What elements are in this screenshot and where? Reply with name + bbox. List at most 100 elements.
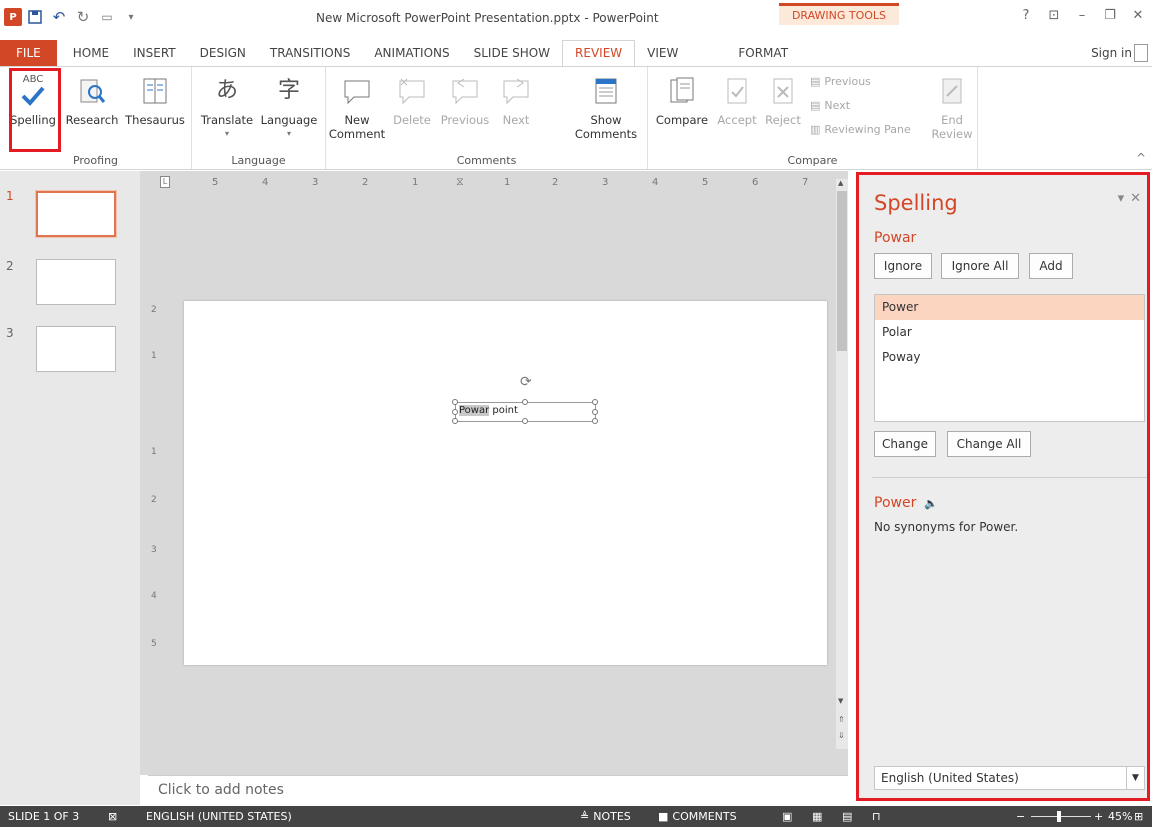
- previous-slide-icon[interactable]: ⇑: [838, 715, 845, 724]
- powerpoint-logo-icon: P: [4, 8, 22, 26]
- reading-view-icon[interactable]: ▤: [842, 810, 852, 823]
- ruler-tick: 2: [151, 305, 157, 315]
- tab-design[interactable]: DESIGN: [188, 40, 258, 66]
- comments-toggle[interactable]: ■ COMMENTS: [658, 810, 737, 823]
- start-slideshow-icon[interactable]: ▭: [96, 6, 118, 28]
- slide-thumbnail-3[interactable]: [36, 326, 116, 372]
- sign-in-link[interactable]: Sign in: [1091, 46, 1132, 60]
- close-icon[interactable]: ✕: [1124, 4, 1152, 26]
- speaker-icon[interactable]: 🔈: [924, 497, 938, 510]
- show-comments-button[interactable]: Show Comments: [574, 73, 638, 141]
- thesaurus-button[interactable]: Thesaurus: [124, 73, 186, 127]
- suggestion-item[interactable]: Poway: [875, 345, 1144, 370]
- help-icon[interactable]: ?: [1012, 4, 1040, 26]
- change-all-button[interactable]: Change All: [947, 431, 1031, 457]
- previous-comment-button[interactable]: Previous: [438, 73, 492, 127]
- tab-format[interactable]: FORMAT: [726, 40, 800, 66]
- end-review-button[interactable]: End Review: [931, 73, 973, 141]
- tab-animations[interactable]: ANIMATIONS: [362, 40, 461, 66]
- ignore-all-button[interactable]: Ignore All: [941, 253, 1019, 279]
- scroll-down-icon[interactable]: ▼: [838, 697, 843, 705]
- resize-handle[interactable]: [452, 418, 458, 424]
- tab-slide-show[interactable]: SLIDE SHOW: [462, 40, 562, 66]
- reject-button[interactable]: Reject: [762, 73, 804, 127]
- tab-transitions[interactable]: TRANSITIONS: [258, 40, 362, 66]
- ruler-tick: 1: [151, 447, 157, 457]
- slide-sorter-view-icon[interactable]: ▦: [812, 810, 822, 823]
- undo-icon[interactable]: ↶: [48, 6, 70, 28]
- notes-area[interactable]: Click to add notes: [148, 775, 848, 805]
- pane-options-icon[interactable]: ▾: [1118, 191, 1125, 206]
- delete-comment-button[interactable]: Delete: [390, 73, 434, 127]
- suggestion-item[interactable]: Power: [875, 295, 1144, 320]
- resize-handle[interactable]: [452, 399, 458, 405]
- ruler-indent-marker[interactable]: ⧖: [456, 175, 464, 189]
- next-slide-icon[interactable]: ⇓: [838, 731, 845, 740]
- next-comment-button[interactable]: Next: [496, 73, 536, 127]
- accept-label: Accept: [717, 113, 757, 127]
- tab-stop-icon[interactable]: L: [160, 176, 170, 188]
- notes-toggle[interactable]: ≜ NOTES: [580, 810, 631, 823]
- zoom-out-icon[interactable]: −: [1016, 810, 1025, 823]
- add-button[interactable]: Add: [1029, 253, 1073, 279]
- spell-check-status-icon[interactable]: ⊠: [108, 810, 117, 823]
- misspelled-word[interactable]: Powar: [459, 405, 490, 416]
- previous-comment-icon: [448, 73, 482, 109]
- new-comment-icon: [340, 73, 374, 109]
- suggestion-list[interactable]: Power Polar Poway: [874, 294, 1145, 422]
- language-button[interactable]: 字 Language ▾: [258, 73, 320, 141]
- previous-change-button[interactable]: ▤ Previous: [810, 75, 871, 88]
- slide-canvas[interactable]: ⟳ Powar point: [184, 301, 827, 665]
- redo-icon[interactable]: ↻: [72, 6, 94, 28]
- tab-home[interactable]: HOME: [61, 40, 121, 66]
- compare-button[interactable]: Compare: [652, 73, 712, 127]
- resize-handle[interactable]: [522, 418, 528, 424]
- save-icon[interactable]: [24, 6, 46, 28]
- account-avatar-icon[interactable]: [1134, 44, 1148, 62]
- zoom-in-icon[interactable]: +: [1094, 810, 1103, 823]
- text-box[interactable]: Powar point: [452, 399, 598, 424]
- rotate-handle-icon[interactable]: ⟳: [520, 374, 532, 390]
- ignore-button[interactable]: Ignore: [874, 253, 932, 279]
- dropdown-arrow-icon[interactable]: ▼: [1126, 767, 1144, 789]
- resize-handle[interactable]: [592, 418, 598, 424]
- minimize-icon[interactable]: –: [1068, 4, 1096, 26]
- scroll-up-icon[interactable]: ▲: [838, 179, 843, 187]
- collapse-ribbon-icon[interactable]: ^: [1136, 151, 1146, 165]
- comments-icon: ■: [658, 810, 669, 823]
- zoom-level[interactable]: 45%: [1108, 810, 1132, 823]
- vertical-scrollbar[interactable]: ▲ ▼ ⇑ ⇓: [836, 179, 848, 749]
- accept-button[interactable]: Accept: [714, 73, 760, 127]
- slide-thumbnail-1[interactable]: [36, 191, 116, 237]
- new-comment-button[interactable]: New Comment: [329, 73, 385, 141]
- zoom-slider[interactable]: [1031, 816, 1091, 817]
- slideshow-view-icon[interactable]: ⊓: [872, 810, 881, 823]
- translate-button[interactable]: あ Translate ▾: [200, 73, 254, 141]
- suggestion-item[interactable]: Polar: [875, 320, 1144, 345]
- ribbon-display-options-icon[interactable]: ⊡: [1040, 4, 1068, 26]
- tab-review[interactable]: REVIEW: [562, 40, 636, 66]
- tab-file[interactable]: FILE: [0, 40, 57, 66]
- language-dropdown[interactable]: English (United States) ▼: [874, 766, 1145, 790]
- resize-handle[interactable]: [522, 399, 528, 405]
- resize-handle[interactable]: [452, 409, 458, 415]
- customize-qat-icon[interactable]: ▾: [120, 6, 142, 28]
- fit-slide-icon[interactable]: ⊞: [1134, 810, 1143, 823]
- research-button[interactable]: Research: [64, 73, 120, 127]
- tab-insert[interactable]: INSERT: [121, 40, 188, 66]
- reviewing-pane-button[interactable]: ▥ Reviewing Pane: [810, 123, 911, 136]
- slide-thumbnail-2[interactable]: [36, 259, 116, 305]
- language-status[interactable]: ENGLISH (UNITED STATES): [146, 810, 292, 823]
- resize-handle[interactable]: [592, 399, 598, 405]
- next-change-button[interactable]: ▤ Next: [810, 99, 850, 112]
- restore-icon[interactable]: ❐: [1096, 4, 1124, 26]
- pane-close-icon[interactable]: ✕: [1130, 191, 1141, 206]
- resize-handle[interactable]: [592, 409, 598, 415]
- tab-view[interactable]: VIEW: [635, 40, 690, 66]
- change-button[interactable]: Change: [874, 431, 936, 457]
- text-box-text: point: [489, 405, 518, 416]
- scrollbar-thumb[interactable]: [837, 191, 847, 351]
- slide-editor: L 5 4 3 2 1 ⧖ 1 2 3 4 5 6 7 2 1 1 2 3 4 …: [140, 171, 848, 775]
- normal-view-icon[interactable]: ▣: [782, 810, 792, 823]
- zoom-slider-knob[interactable]: [1057, 811, 1061, 822]
